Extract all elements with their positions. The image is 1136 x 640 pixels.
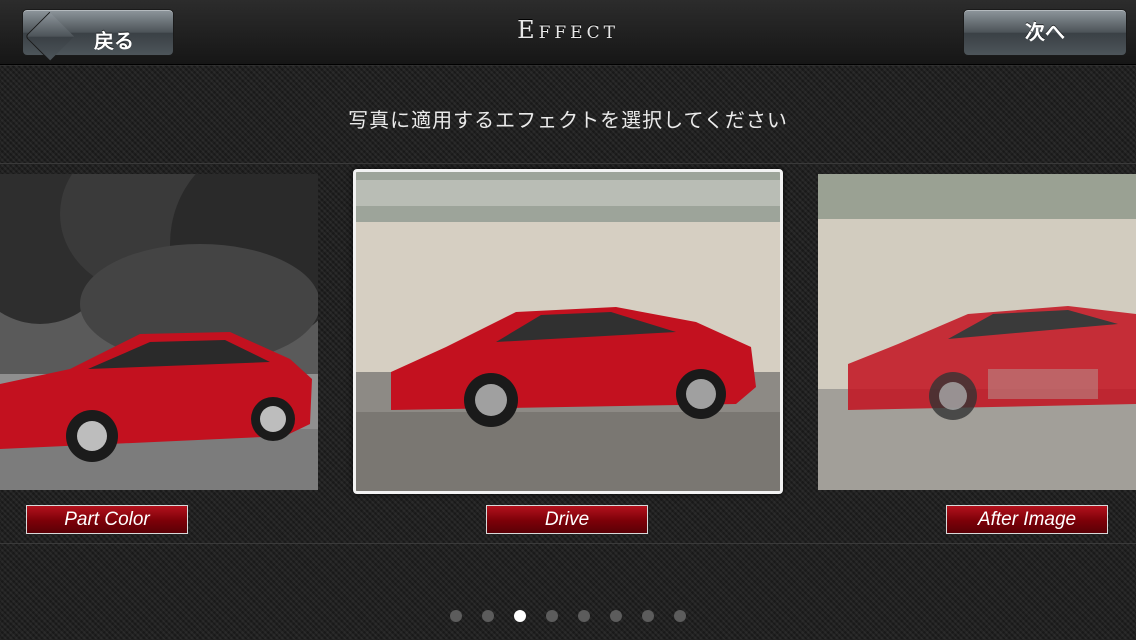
navigation-bar: 戻る Effect 次へ: [0, 0, 1136, 65]
next-button[interactable]: 次へ: [963, 9, 1127, 56]
carousel-top-divider: [0, 163, 1136, 164]
effect-label-part-color[interactable]: Part Color: [26, 505, 188, 534]
page-dot[interactable]: [546, 610, 558, 622]
carousel-bottom-divider: [0, 543, 1136, 544]
effect-label-drive[interactable]: Drive: [486, 505, 648, 534]
page-dot[interactable]: [482, 610, 494, 622]
page-dot[interactable]: [450, 610, 462, 622]
effect-preview-part-color[interactable]: [0, 174, 318, 490]
instruction-text: 写真に適用するエフェクトを選択してください: [348, 108, 788, 132]
page-dot[interactable]: [578, 610, 590, 622]
effect-label-after-image[interactable]: After Image: [946, 505, 1108, 534]
effect-preview-drive[interactable]: [353, 169, 783, 494]
effect-preview-after-image[interactable]: [818, 174, 1136, 490]
page-dot[interactable]: [642, 610, 654, 622]
page-dot[interactable]: [514, 610, 526, 622]
page-dot[interactable]: [674, 610, 686, 622]
page-dot[interactable]: [610, 610, 622, 622]
